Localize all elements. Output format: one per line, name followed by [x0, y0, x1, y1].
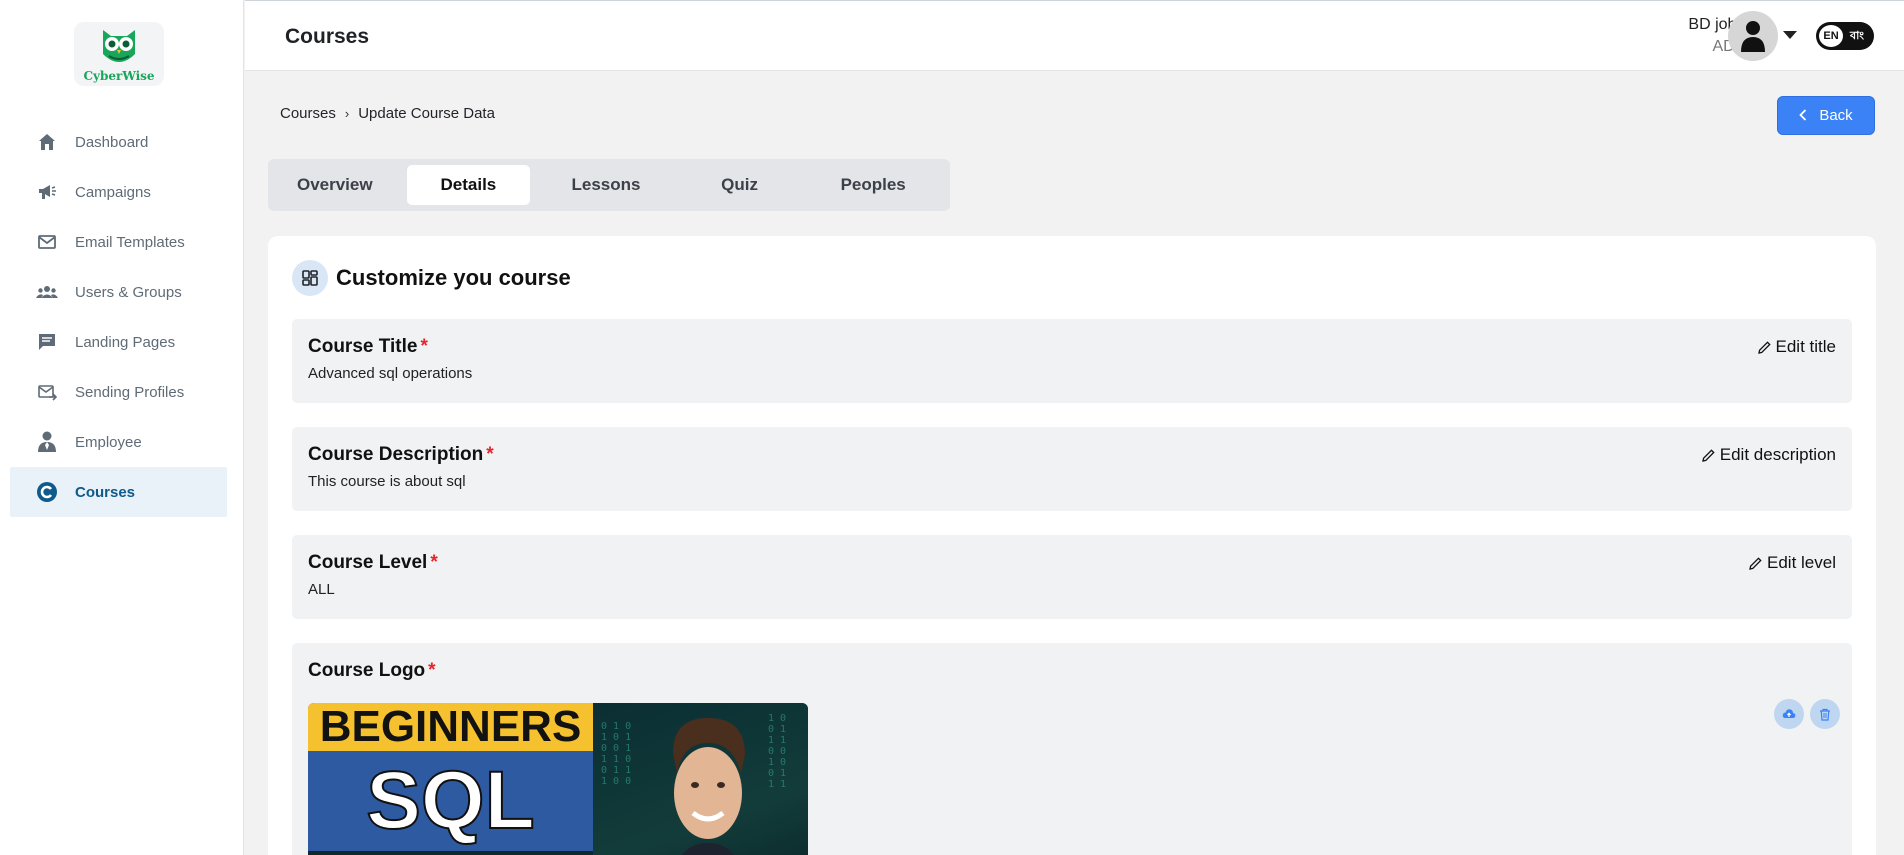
chevron-down-icon[interactable]	[1783, 31, 1797, 39]
course-description-value: This course is about sql	[308, 473, 466, 490]
edit-title-button[interactable]: Edit title	[1757, 337, 1836, 357]
home-icon	[36, 131, 58, 153]
tab-lessons[interactable]: Lessons	[544, 165, 668, 205]
sidebar-item-sending-profiles[interactable]: Sending Profiles	[10, 367, 227, 417]
course-title-label-text: Course Title	[308, 336, 418, 357]
sidebar-item-users-groups[interactable]: Users & Groups	[10, 267, 227, 317]
course-description-field: Course Description * This course is about…	[292, 427, 1852, 511]
course-level-label-text: Course Level	[308, 552, 428, 573]
courses-icon	[36, 481, 58, 503]
course-logo-label: Course Logo *	[308, 660, 436, 682]
course-description-label: Course Description *	[308, 444, 494, 466]
required-mark: *	[428, 660, 436, 681]
chevron-right-icon: ›	[344, 106, 350, 121]
edit-level-button[interactable]: Edit level	[1748, 553, 1836, 573]
language-toggle[interactable]: EN বাং	[1816, 22, 1874, 50]
edit-title-label: Edit title	[1775, 337, 1836, 356]
sidebar-item-label: Campaigns	[75, 183, 151, 201]
avatar[interactable]	[1728, 11, 1778, 61]
required-mark: *	[486, 444, 494, 465]
course-title-label: Course Title *	[308, 336, 428, 358]
customize-course-card: Customize you course Course Title * Advan…	[268, 236, 1876, 855]
sidebar-item-landing-pages[interactable]: Landing Pages	[10, 317, 227, 367]
sidebar-item-courses[interactable]: Courses	[10, 467, 227, 517]
user-avatar-icon	[1741, 21, 1765, 52]
sidebar-item-label: Sending Profiles	[75, 383, 185, 401]
employee-icon	[36, 431, 58, 453]
megaphone-icon	[36, 181, 58, 203]
course-logo-image: BEGINNERS SQL 0 1 01 0 10 0 11 1 00 1 11…	[308, 703, 808, 855]
sidebar-item-label: Courses	[75, 483, 136, 501]
sidebar-item-label: Landing Pages	[75, 333, 176, 351]
course-level-label: Course Level *	[308, 552, 438, 574]
sidebar-item-dashboard[interactable]: Dashboard	[10, 117, 227, 167]
owl-logo-icon	[103, 30, 135, 62]
upload-button[interactable]	[1774, 699, 1804, 729]
required-mark: *	[430, 552, 438, 573]
top-bar: Courses BD job HR ADMIN	[245, 0, 1904, 71]
card-header: Customize you course	[292, 260, 571, 296]
course-logo-field: Course Logo * BEGINNERS SQL 0 1 01 0 10 0…	[292, 643, 1852, 855]
tab-quiz[interactable]: Quiz	[678, 165, 802, 205]
sidebar-nav: Dashboard Campaigns Email Templates User…	[10, 117, 227, 517]
pencil-icon	[1749, 556, 1762, 570]
logo-image-photo: 0 1 01 0 10 0 11 1 00 1 11 0 0 1 00 11 1…	[593, 703, 808, 855]
sidebar-item-email-templates[interactable]: Email Templates	[10, 217, 227, 267]
mail-icon	[36, 231, 58, 253]
chevron-left-icon	[1799, 108, 1807, 124]
course-level-field: Course Level * ALL Edit level	[292, 535, 1852, 619]
sidebar-item-campaigns[interactable]: Campaigns	[10, 167, 227, 217]
tab-overview[interactable]: Overview	[273, 165, 397, 205]
binary-pattern: 0 1 01 0 10 0 11 1 00 1 11 0 0	[601, 721, 632, 787]
page-title: Courses	[285, 25, 370, 48]
presenter-photo	[673, 718, 745, 855]
edit-description-label: Edit description	[1719, 445, 1836, 464]
app-logo[interactable]: CyberWise	[74, 22, 164, 86]
course-title-value: Advanced sql operations	[308, 365, 473, 382]
required-mark: *	[420, 336, 428, 357]
card-title: Customize you course	[336, 265, 571, 290]
cloud-upload-icon	[1782, 709, 1796, 718]
sidebar-item-label: Employee	[75, 433, 142, 451]
back-button-label: Back	[1819, 107, 1853, 124]
lang-en-label: EN	[1819, 25, 1843, 47]
mail-send-icon	[36, 381, 58, 403]
course-logo-label-text: Course Logo	[308, 660, 426, 681]
logo-text: CyberWise	[83, 69, 155, 83]
binary-pattern: 1 00 11 10 01 00 11 1	[768, 713, 787, 790]
sidebar-item-label: Email Templates	[75, 233, 185, 251]
tab-details[interactable]: Details	[406, 165, 531, 205]
logo-image-main-text: SQL	[308, 751, 593, 851]
back-button[interactable]: Back	[1777, 96, 1875, 135]
edit-description-button[interactable]: Edit description	[1701, 445, 1836, 465]
breadcrumb: Courses › Update Course Data	[280, 105, 495, 122]
trash-icon	[1820, 708, 1830, 721]
edit-level-label: Edit level	[1767, 553, 1836, 572]
course-tabs: Overview Details Lessons Quiz Peoples	[268, 159, 950, 211]
course-level-value: ALL	[308, 581, 335, 598]
lang-bn-label: বাং	[1850, 29, 1865, 42]
breadcrumb-parent[interactable]: Courses	[280, 105, 336, 122]
sidebar: CyberWise Dashboard Campaigns Email Temp…	[0, 0, 244, 855]
sidebar-item-label: Users & Groups	[75, 283, 182, 301]
pencil-icon	[1701, 448, 1715, 462]
chat-icon	[36, 331, 58, 353]
course-title-field: Course Title * Advanced sql operations Ed…	[292, 319, 1852, 403]
logo-image-top-text: BEGINNERS	[308, 703, 593, 751]
tab-peoples[interactable]: Peoples	[811, 165, 935, 205]
dashboard-grid-icon	[292, 260, 328, 296]
sidebar-item-employee[interactable]: Employee	[10, 417, 227, 467]
breadcrumb-current: Update Course Data	[358, 105, 495, 122]
users-icon	[36, 281, 58, 303]
sidebar-item-label: Dashboard	[75, 133, 149, 151]
course-description-label-text: Course Description	[308, 444, 484, 465]
delete-button[interactable]	[1810, 699, 1840, 729]
pencil-icon	[1757, 340, 1771, 354]
